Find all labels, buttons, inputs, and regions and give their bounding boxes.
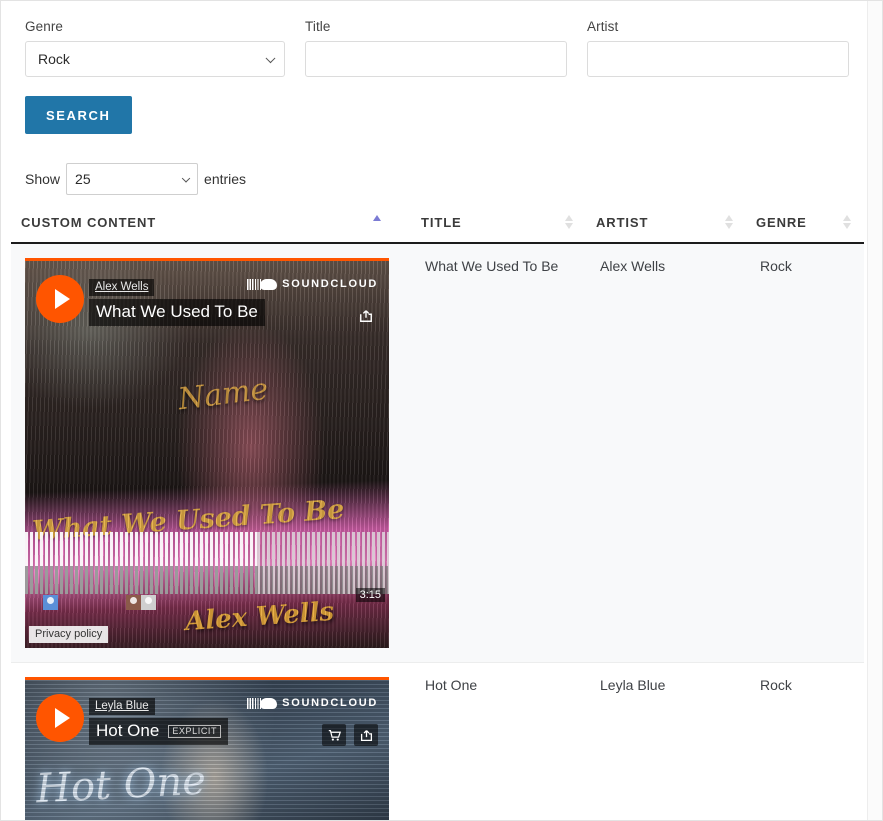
genre-label: Genre — [25, 19, 64, 34]
play-icon[interactable] — [36, 275, 84, 323]
length-select-wrap: 25 — [66, 163, 199, 195]
avatar — [43, 595, 58, 610]
genre-select-wrap: Rock — [25, 41, 285, 77]
cell-custom-content: Hot One Leyla Blue Hot One EXPLICIT SOUN… — [11, 662, 411, 820]
cloud-icon — [247, 278, 278, 290]
page-root: Genre Rock Title Artist SEARCH Show 25 e… — [0, 0, 883, 821]
artwork-text: Hot One — [34, 757, 207, 813]
column-header-title[interactable]: TITLE — [411, 207, 586, 244]
track-duration: 3:15 — [355, 588, 385, 602]
artwork-text: Alex Wells — [184, 596, 336, 637]
player-buttons — [354, 305, 378, 327]
column-label: CUSTOM CONTENT — [21, 215, 157, 230]
soundcloud-player[interactable]: Name What We Used To Be Alex Wells Alex … — [25, 258, 389, 648]
vertical-scrollbar[interactable] — [867, 1, 882, 820]
player-artist-link[interactable]: Leyla Blue — [89, 698, 155, 715]
column-header-artist[interactable]: ARTIST — [586, 207, 746, 244]
track-title-text: Hot One — [96, 721, 160, 740]
waveform-reflection — [25, 566, 389, 594]
data-table-wrapper: CUSTOM CONTENT TITLE ARTIST GENRE Name W… — [11, 207, 864, 820]
artwork-text: Name — [176, 371, 271, 418]
artist-field-group: Artist — [587, 19, 849, 77]
cloud-icon — [247, 697, 278, 709]
column-header-genre[interactable]: GENRE — [746, 207, 864, 244]
column-label: ARTIST — [596, 215, 649, 230]
cell-artist: Leyla Blue — [586, 662, 746, 820]
search-button[interactable]: SEARCH — [25, 96, 132, 134]
length-menu: Show 25 entries — [25, 163, 882, 195]
waveform[interactable] — [25, 532, 389, 594]
genre-field-group: Genre Rock — [25, 19, 285, 77]
explicit-badge: EXPLICIT — [168, 724, 222, 738]
genre-select[interactable]: Rock — [25, 41, 285, 77]
search-form: Genre Rock Title Artist — [1, 1, 882, 77]
table-head: CUSTOM CONTENT TITLE ARTIST GENRE — [11, 207, 864, 244]
cart-icon[interactable] — [322, 724, 346, 746]
title-input[interactable] — [305, 41, 567, 77]
player-track-title: What We Used To Be — [89, 299, 265, 326]
player-track-title: Hot One EXPLICIT — [89, 718, 229, 745]
share-icon[interactable] — [354, 305, 378, 327]
table-header-row: CUSTOM CONTENT TITLE ARTIST GENRE — [11, 207, 864, 244]
player-buttons — [322, 724, 378, 746]
listener-avatars — [43, 595, 156, 610]
cell-title: Hot One — [411, 662, 586, 820]
column-header-custom-content[interactable]: CUSTOM CONTENT — [11, 207, 411, 244]
artist-input[interactable] — [587, 41, 849, 77]
column-label: GENRE — [756, 215, 807, 230]
player-artist-link[interactable]: Alex Wells — [89, 279, 155, 296]
cell-genre: Rock — [746, 243, 864, 663]
sort-both-icon — [725, 215, 734, 229]
sort-ascending-icon — [373, 215, 382, 229]
cell-custom-content: Name What We Used To Be Alex Wells Alex … — [11, 243, 411, 663]
table-row: Name What We Used To Be Alex Wells Alex … — [11, 243, 864, 663]
artist-label: Artist — [587, 19, 619, 34]
table-row: Hot One Leyla Blue Hot One EXPLICIT SOUN… — [11, 662, 864, 820]
soundcloud-player[interactable]: Hot One Leyla Blue Hot One EXPLICIT SOUN… — [25, 677, 389, 820]
table-body: Name What We Used To Be Alex Wells Alex … — [11, 243, 864, 820]
sort-both-icon — [843, 215, 852, 229]
data-table: CUSTOM CONTENT TITLE ARTIST GENRE Name W… — [11, 207, 864, 820]
soundcloud-wordmark: SOUNDCLOUD — [282, 697, 378, 709]
cell-title: What We Used To Be — [411, 243, 586, 663]
play-icon[interactable] — [36, 694, 84, 742]
title-field-group: Title — [305, 19, 567, 77]
title-label: Title — [305, 19, 331, 34]
cell-artist: Alex Wells — [586, 243, 746, 663]
soundcloud-logo[interactable]: SOUNDCLOUD — [247, 697, 378, 709]
length-menu-prefix: Show — [25, 171, 61, 187]
privacy-policy-link[interactable]: Privacy policy — [29, 626, 109, 643]
column-label: TITLE — [421, 215, 462, 230]
sort-both-icon — [565, 215, 574, 229]
avatar — [141, 595, 156, 610]
length-menu-suffix: entries — [204, 171, 247, 187]
track-title-text: What We Used To Be — [96, 302, 258, 321]
avatar — [126, 595, 141, 610]
length-select[interactable]: 25 — [66, 163, 199, 195]
soundcloud-logo[interactable]: SOUNDCLOUD — [247, 278, 378, 290]
cell-genre: Rock — [746, 662, 864, 820]
soundcloud-wordmark: SOUNDCLOUD — [282, 278, 378, 290]
share-icon[interactable] — [354, 724, 378, 746]
